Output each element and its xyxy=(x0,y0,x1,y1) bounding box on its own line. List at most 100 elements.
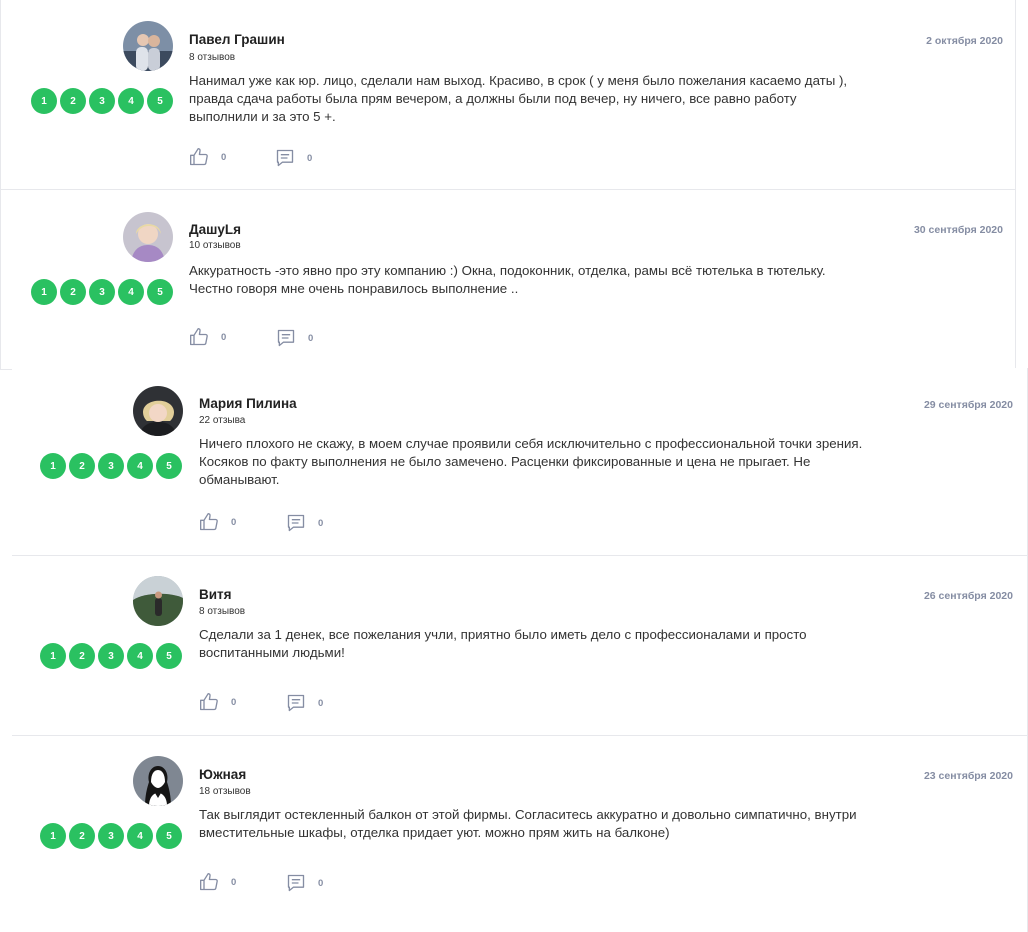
like-button[interactable]: 0 xyxy=(189,147,226,167)
review-text-line: воспитанными людьми! xyxy=(199,645,345,660)
rating: 1 2 3 4 5 xyxy=(31,279,173,305)
rating: 1 2 3 4 5 xyxy=(40,453,182,479)
comment-count: 0 xyxy=(318,697,324,709)
rating-step-4: 4 xyxy=(127,453,153,479)
comment-icon xyxy=(276,149,294,167)
author-reviews-count: 8 отзывов xyxy=(199,606,246,617)
author-name[interactable]: Южная xyxy=(199,767,246,782)
review-date: 29 сентября 2020 xyxy=(923,399,1013,411)
review-date: 23 сентября 2020 xyxy=(923,770,1013,782)
review-text-line: правда сдача работы была прям вечером, а… xyxy=(189,91,797,106)
comment-count: 0 xyxy=(307,152,313,164)
rating-step-2: 2 xyxy=(69,453,95,479)
review-card: Мария Пилина 22 отзыва 29 сентября 2020 … xyxy=(12,368,1027,556)
comment-button[interactable]: 0 xyxy=(276,328,313,348)
thumbs-up-icon xyxy=(200,513,218,531)
review-date: 30 сентября 2020 xyxy=(913,224,1003,236)
avatar[interactable] xyxy=(133,386,183,436)
avatar-photo xyxy=(133,756,183,806)
review-text-line: Аккуратность -это явно про эту компанию … xyxy=(189,263,826,278)
rating-step-4: 4 xyxy=(127,643,153,669)
like-button[interactable]: 0 xyxy=(199,872,236,892)
thumbs-up-icon xyxy=(200,873,218,891)
comment-icon xyxy=(277,329,295,347)
rating-step-5: 5 xyxy=(156,643,182,669)
avatar-photo xyxy=(123,21,173,71)
comment-icon xyxy=(287,874,305,892)
rating-step-3: 3 xyxy=(89,88,115,114)
rating-step-3: 3 xyxy=(98,643,124,669)
author-name[interactable]: Павел Грашин xyxy=(189,32,285,47)
author-name[interactable]: ДашуLя xyxy=(189,222,241,237)
comment-button[interactable]: 0 xyxy=(275,148,312,168)
reviews-panel-top: Павел Грашин 8 отзывов 2 октября 2020 1 … xyxy=(0,0,1016,370)
review-date: 2 октября 2020 xyxy=(926,35,1003,47)
review-text-line: выполнили и за это 5 +. xyxy=(189,109,336,124)
avatar[interactable] xyxy=(133,576,183,626)
review-text: Нанимал уже как юр. лицо, сделали нам вы… xyxy=(189,72,909,126)
avatar-photo xyxy=(133,576,183,626)
comment-button[interactable]: 0 xyxy=(286,693,323,713)
author-reviews-count: 8 отзывов xyxy=(189,52,236,63)
rating-step-3: 3 xyxy=(98,823,124,849)
review-text: Сделали за 1 денек, все пожелания учли, … xyxy=(199,626,919,662)
avatar-photo xyxy=(123,212,173,262)
review-text-line: Ничего плохого не скажу, в моем случае п… xyxy=(199,436,863,451)
review-text-line: Нанимал уже как юр. лицо, сделали нам вы… xyxy=(189,73,848,88)
review-text: Аккуратность -это явно про эту компанию … xyxy=(189,262,909,298)
review-card: Южная 18 отзывов 23 сентября 2020 1 2 3 … xyxy=(12,736,1027,932)
review-card: Витя 8 отзывов 26 сентября 2020 1 2 3 4 … xyxy=(12,556,1027,736)
rating-step-4: 4 xyxy=(118,279,144,305)
rating-step-1: 1 xyxy=(31,279,57,305)
rating-step-2: 2 xyxy=(69,643,95,669)
comment-icon xyxy=(287,694,305,712)
thumbs-up-icon xyxy=(190,148,208,166)
reviews-panel-bottom: Мария Пилина 22 отзыва 29 сентября 2020 … xyxy=(12,368,1028,932)
review-card: Павел Грашин 8 отзывов 2 октября 2020 1 … xyxy=(1,0,1015,190)
like-count: 0 xyxy=(221,151,227,163)
review-text-line: Косяков по факту выполнения не было заме… xyxy=(199,454,811,469)
author-reviews-count: 22 отзыва xyxy=(199,415,246,426)
review-text-line: Так выглядит остекленный балкон от этой … xyxy=(199,807,857,822)
like-count: 0 xyxy=(231,696,237,708)
rating-step-4: 4 xyxy=(118,88,144,114)
avatar[interactable] xyxy=(133,756,183,806)
avatar[interactable] xyxy=(123,212,173,262)
rating-step-2: 2 xyxy=(69,823,95,849)
rating-step-2: 2 xyxy=(60,88,86,114)
comment-button[interactable]: 0 xyxy=(286,873,323,893)
rating-step-1: 1 xyxy=(31,88,57,114)
review-text-line: вместительные шкафы, отделка придает уют… xyxy=(199,825,670,840)
rating-step-1: 1 xyxy=(40,823,66,849)
rating-step-4: 4 xyxy=(127,823,153,849)
review-card: ДашуLя 10 отзывов 30 сентября 2020 1 2 3… xyxy=(1,190,1015,370)
rating-step-2: 2 xyxy=(60,279,86,305)
review-text: Так выглядит остекленный балкон от этой … xyxy=(199,806,919,842)
rating-step-1: 1 xyxy=(40,453,66,479)
rating-step-3: 3 xyxy=(98,453,124,479)
rating: 1 2 3 4 5 xyxy=(31,88,173,114)
comment-count: 0 xyxy=(318,517,324,529)
rating-step-3: 3 xyxy=(89,279,115,305)
review-date: 26 сентября 2020 xyxy=(923,590,1013,602)
like-count: 0 xyxy=(231,516,237,528)
thumbs-up-icon xyxy=(200,693,218,711)
author-reviews-count: 10 отзывов xyxy=(189,240,241,251)
like-button[interactable]: 0 xyxy=(189,327,226,347)
comment-count: 0 xyxy=(318,877,324,889)
review-text: Ничего плохого не скажу, в моем случае п… xyxy=(199,435,919,489)
like-count: 0 xyxy=(221,331,227,343)
avatar-photo xyxy=(133,386,183,436)
like-button[interactable]: 0 xyxy=(199,512,236,532)
thumbs-up-icon xyxy=(190,328,208,346)
rating: 1 2 3 4 5 xyxy=(40,643,182,669)
author-name[interactable]: Мария Пилина xyxy=(199,396,297,411)
avatar[interactable] xyxy=(123,21,173,71)
rating: 1 2 3 4 5 xyxy=(40,823,182,849)
author-name[interactable]: Витя xyxy=(199,587,232,602)
comment-button[interactable]: 0 xyxy=(286,513,323,533)
author-reviews-count: 18 отзывов xyxy=(199,786,251,797)
like-button[interactable]: 0 xyxy=(199,692,236,712)
like-count: 0 xyxy=(231,876,237,888)
review-text-line: Сделали за 1 денек, все пожелания учли, … xyxy=(199,627,807,642)
